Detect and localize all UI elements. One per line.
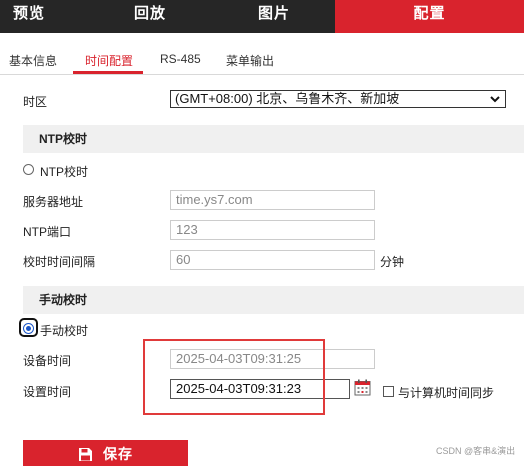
ntp-port-label: NTP端口 — [23, 225, 72, 239]
set-time-field[interactable]: 2025-04-03T09:31:23 — [170, 379, 350, 399]
watermark-text: CSDN @客串&演出 — [436, 446, 516, 456]
manual-radio[interactable] — [23, 323, 34, 334]
nav-preview[interactable]: 预览 — [0, 0, 58, 33]
manual-section-header: 手动校时 — [23, 286, 524, 314]
nav-picture[interactable]: 图片 — [224, 0, 324, 33]
sync-with-computer-checkbox[interactable] — [383, 386, 394, 397]
sync-interval-field[interactable]: 60 — [170, 250, 375, 270]
chevron-down-icon — [490, 96, 500, 103]
nav-configuration[interactable]: 配置 — [335, 0, 524, 33]
save-button[interactable]: 保存 — [23, 440, 188, 466]
nav-playback[interactable]: 回放 — [100, 0, 200, 33]
tab-rs485[interactable]: RS-485 — [160, 52, 201, 66]
server-address-field[interactable]: time.ys7.com — [170, 190, 375, 210]
tab-basic-info[interactable]: 基本信息 — [9, 52, 57, 69]
timezone-label: 时区 — [23, 95, 48, 109]
calendar-icon[interactable] — [354, 379, 371, 396]
ntp-radio[interactable] — [23, 164, 34, 175]
device-time-field: 2025-04-03T09:31:25 — [170, 349, 375, 369]
manual-radio-label: 手动校时 — [40, 324, 89, 338]
tab-time-settings[interactable]: 时间配置 — [85, 52, 133, 69]
ntp-port-field[interactable]: 123 — [170, 220, 375, 240]
device-time-label: 设备时间 — [23, 354, 72, 368]
active-tab-indicator — [73, 71, 143, 74]
top-navigation: 预览 回放 图片 配置 — [0, 0, 524, 33]
timezone-select[interactable]: (GMT+08:00) 北京、乌鲁木齐、新加坡 — [170, 90, 506, 108]
sync-interval-label: 校时时间间隔 — [23, 255, 96, 269]
sync-with-computer-label: 与计算机时间同步 — [398, 386, 495, 400]
server-address-label: 服务器地址 — [23, 195, 84, 209]
tab-menu-output[interactable]: 菜单输出 — [226, 52, 274, 69]
set-time-label: 设置时间 — [23, 385, 72, 399]
timezone-value: (GMT+08:00) 北京、乌鲁木齐、新加坡 — [175, 91, 400, 106]
interval-unit-label: 分钟 — [380, 255, 405, 269]
ntp-section-header: NTP校时 — [23, 125, 524, 153]
ntp-radio-label: NTP校时 — [40, 165, 89, 179]
